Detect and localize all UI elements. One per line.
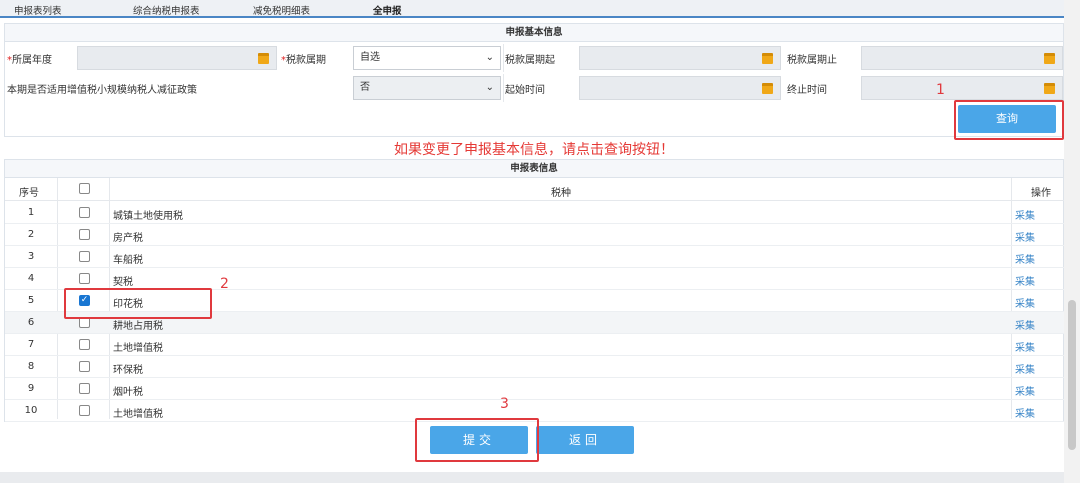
table-header: 序号 税种 操作 [5,178,1065,201]
end-time-label: 终止时间 [787,85,827,96]
basic-info-title: 申报基本信息 [5,24,1063,42]
tab-declaration-list[interactable]: 申报表列表 [14,3,62,17]
calendar-icon[interactable] [1044,83,1055,94]
tax-type-name: 房产税 [113,233,143,244]
row-checkbox[interactable] [79,207,90,218]
year-label: *所属年度 [7,55,52,66]
annotation-number-1: 1 [936,82,945,98]
table-row: 3 车船税 采集 [5,246,1065,268]
header-operation: 操作 [1031,188,1051,199]
row-number: 9 [27,383,35,394]
chevron-down-icon: ⌄ [485,82,494,93]
collect-link[interactable]: 采集 [1015,317,1035,332]
row-number: 4 [27,273,35,284]
row-number: 10 [24,405,38,416]
row-checkbox[interactable] [79,405,90,416]
divider [503,44,504,72]
period-select-value: 自选 [360,52,380,63]
period-end-label: 税款属期止 [787,55,837,66]
tax-type-name: 烟叶税 [113,387,143,398]
collect-link[interactable]: 采集 [1015,295,1035,310]
table-row: 9 烟叶税 采集 [5,378,1065,400]
row-checkbox[interactable] [79,383,90,394]
tax-type-name: 环保税 [113,365,143,376]
collect-link[interactable]: 采集 [1015,361,1035,376]
tab-exemption-detail[interactable]: 减免税明细表 [253,3,310,17]
table-title: 申报表信息 [5,160,1063,178]
annotation-box-1 [954,100,1064,140]
basic-info-section: 申报基本信息 *所属年度 *税款属期 自选 ⌄ 税款属期起 税款属期止 本期是否… [4,23,1064,137]
divider [503,74,504,102]
row-checkbox[interactable] [79,339,90,350]
chevron-down-icon: ⌄ [485,52,494,63]
start-time-label: 起始时间 [505,85,545,96]
annotation-box-3 [415,418,539,462]
header-tax-type: 税种 [551,188,571,199]
collect-link[interactable]: 采集 [1015,339,1035,354]
row-checkbox[interactable] [79,229,90,240]
end-time-field[interactable] [861,76,1063,100]
calendar-icon[interactable] [1044,53,1055,64]
scrollbar[interactable] [1064,0,1080,483]
table-row: 2 房产税 采集 [5,224,1065,246]
annotation-box-2 [64,288,212,319]
footer-bar [0,472,1064,483]
row-number: 1 [27,207,35,218]
header-no: 序号 [19,188,39,199]
policy-label: 本期是否适用增值税小规模纳税人减征政策 [7,85,197,96]
row-number: 2 [27,229,35,240]
tax-type-name: 车船税 [113,255,143,266]
back-button[interactable]: 返回 [536,426,634,454]
row-checkbox[interactable] [79,251,90,262]
calendar-icon[interactable] [258,53,269,64]
start-time-field[interactable] [579,76,781,100]
table-row: 1 城镇土地使用税 采集 [5,202,1065,224]
collect-link[interactable]: 采集 [1015,383,1035,398]
policy-select-value: 否 [360,82,370,93]
period-start-label: 税款属期起 [505,55,555,66]
select-all-checkbox[interactable] [79,183,90,194]
query-hint: 如果变更了申报基本信息，请点击查询按钮！ [394,142,674,158]
calendar-icon[interactable] [762,83,773,94]
period-start-field[interactable] [579,46,781,70]
period-end-field[interactable] [861,46,1063,70]
period-label: *税款属期 [281,55,326,66]
row-number: 6 [27,317,35,328]
collect-link[interactable]: 采集 [1015,229,1035,244]
tax-type-name: 耕地占用税 [113,321,163,332]
row-number: 3 [27,251,35,262]
table-row: 7 土地增值税 采集 [5,334,1065,356]
tab-bar: 申报表列表 综合纳税申报表 减免税明细表 全申报 [0,0,1064,18]
collect-link[interactable]: 采集 [1015,273,1035,288]
row-checkbox[interactable] [79,273,90,284]
annotation-number-3: 3 [500,396,509,412]
tab-comprehensive-declaration[interactable]: 综合纳税申报表 [133,3,200,17]
tax-type-name: 土地增值税 [113,343,163,354]
form-row-1: *所属年度 *税款属期 自选 ⌄ 税款属期起 税款属期止 [5,44,1065,72]
tax-type-name: 城镇土地使用税 [113,211,183,222]
annotation-number-2: 2 [220,276,229,292]
collect-link[interactable]: 采集 [1015,251,1035,266]
tax-type-name: 土地增值税 [113,409,163,420]
period-select[interactable]: 自选 ⌄ [353,46,501,70]
collect-link[interactable]: 采集 [1015,207,1035,222]
tax-type-name: 契税 [113,277,133,288]
policy-select[interactable]: 否 ⌄ [353,76,501,100]
form-row-2: 本期是否适用增值税小规模纳税人减征政策 否 ⌄ 起始时间 终止时间 [5,74,1065,102]
tab-full-declaration[interactable]: 全申报 [373,3,402,17]
row-checkbox[interactable] [79,361,90,372]
row-number: 7 [27,339,35,350]
table-row: 8 环保税 采集 [5,356,1065,378]
row-number: 5 [27,295,35,306]
calendar-icon[interactable] [762,53,773,64]
year-field[interactable] [77,46,277,70]
row-number: 8 [27,361,35,372]
scrollbar-thumb[interactable] [1068,300,1076,450]
table-row: 4 契税 采集 [5,268,1065,290]
collect-link[interactable]: 采集 [1015,405,1035,420]
